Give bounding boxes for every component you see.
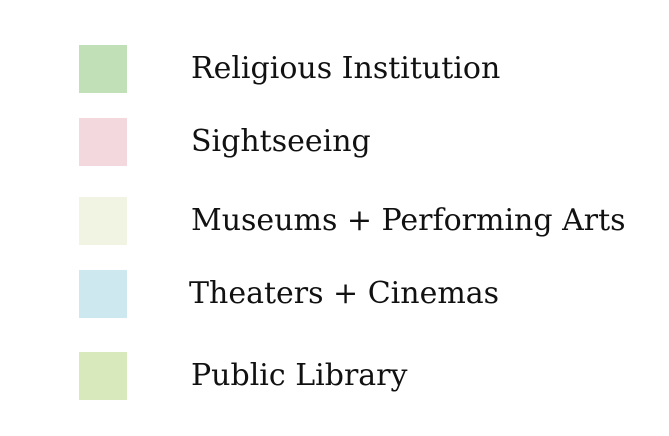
legend: Religious Institution Sightseeing Museum…: [0, 0, 669, 436]
legend-item-religious-institution: Religious Institution: [0, 45, 669, 95]
legend-item-theaters-cinemas: Theaters + Cinemas: [0, 270, 669, 320]
legend-label-theaters-cinemas: Theaters + Cinemas: [189, 276, 500, 311]
legend-swatch-museums-performing-arts: [79, 197, 127, 245]
legend-label-religious-institution: Religious Institution: [191, 51, 501, 86]
legend-label-public-library: Public Library: [191, 358, 408, 393]
legend-label-sightseeing: Sightseeing: [191, 124, 371, 159]
legend-item-sightseeing: Sightseeing: [0, 118, 669, 168]
legend-swatch-religious-institution: [79, 45, 127, 93]
legend-swatch-public-library: [79, 352, 127, 400]
legend-item-museums-performing-arts: Museums + Performing Arts: [0, 197, 669, 247]
legend-swatch-theaters-cinemas: [79, 270, 127, 318]
legend-swatch-sightseeing: [79, 118, 127, 166]
legend-item-public-library: Public Library: [0, 352, 669, 402]
legend-label-museums-performing-arts: Museums + Performing Arts: [191, 203, 626, 238]
